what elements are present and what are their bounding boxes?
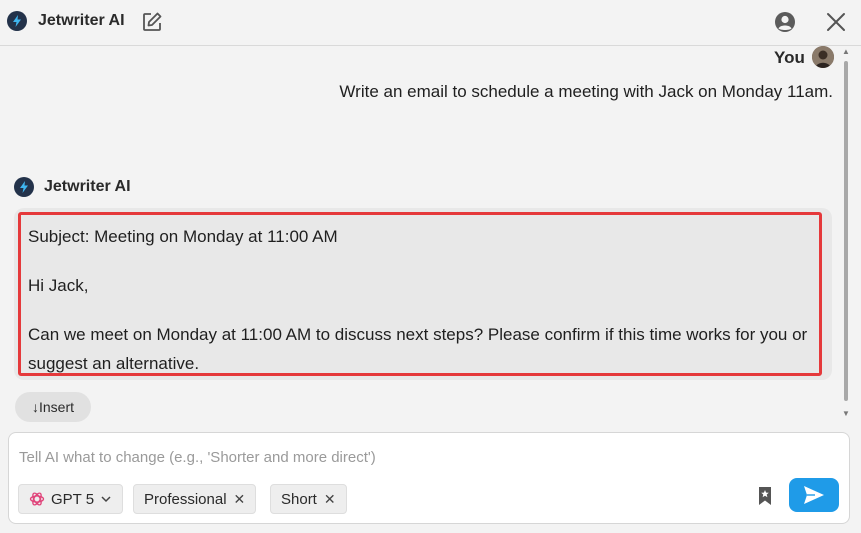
chevron-down-icon	[101, 496, 111, 503]
model-selector[interactable]: GPT 5	[18, 484, 124, 514]
scroll-up-icon[interactable]: ▲	[842, 47, 850, 56]
send-button[interactable]	[789, 478, 839, 512]
account-icon[interactable]	[772, 9, 798, 35]
remove-chip-icon[interactable]: ✕	[234, 491, 246, 508]
close-icon[interactable]	[823, 9, 849, 35]
prompt-input[interactable]	[19, 445, 819, 469]
chip-label: Professional	[144, 490, 227, 508]
openai-icon	[29, 492, 45, 506]
avatar	[812, 46, 834, 68]
chip-label: Short	[281, 490, 317, 508]
highlight-box	[18, 212, 822, 376]
scroll-down-icon[interactable]: ▼	[842, 409, 850, 418]
bookmark-icon[interactable]	[754, 485, 776, 507]
bolt-logo-icon	[7, 11, 27, 31]
header: Jetwriter AI	[0, 0, 861, 46]
user-message: Write an email to schedule a meeting wit…	[339, 82, 833, 101]
insert-button[interactable]: ↓Insert	[15, 392, 91, 422]
scrollbar-thumb[interactable]	[844, 61, 848, 401]
user-label: You	[774, 48, 805, 67]
send-icon	[804, 486, 824, 504]
remove-chip-icon[interactable]: ✕	[324, 491, 336, 508]
assistant-logo-icon	[14, 177, 34, 197]
tone-chip-professional[interactable]: Professional ✕	[133, 484, 257, 514]
model-name: GPT 5	[51, 490, 95, 508]
composer: GPT 5 Professional ✕ Short ✕	[8, 432, 850, 524]
scrollbar[interactable]: ▲ ▼	[841, 47, 851, 425]
assistant-name: Jetwriter AI	[44, 178, 131, 195]
app-title: Jetwriter AI	[38, 12, 125, 29]
edit-icon[interactable]	[140, 10, 164, 34]
length-chip-short[interactable]: Short ✕	[270, 484, 347, 514]
